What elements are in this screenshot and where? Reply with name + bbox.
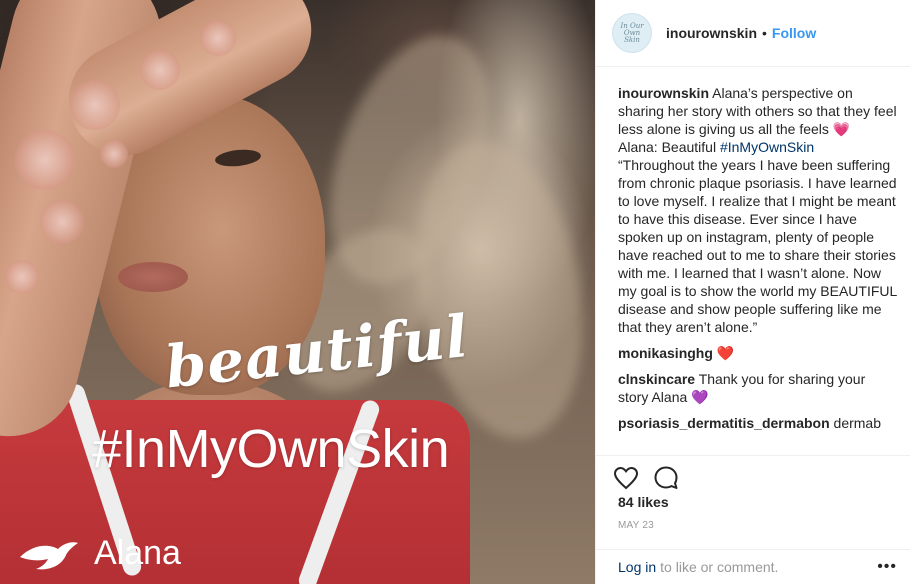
red-heart-icon: ❤️ — [716, 345, 735, 361]
login-suffix: to like or comment. — [660, 559, 779, 575]
comment-username[interactable]: psoriasis_dermatitis_dermabon — [618, 415, 830, 431]
caption: inourownskin Alana’s perspective on shar… — [618, 84, 898, 336]
post-actions: 84 likes MAY 23 Log in to like or commen… — [596, 455, 910, 583]
skin-patch — [40, 200, 84, 244]
comment-username[interactable]: clnskincare — [618, 371, 695, 387]
follow-button[interactable]: Follow — [772, 25, 816, 41]
list-item: monikasinghg ❤️ — [618, 344, 898, 362]
dove-icon — [20, 541, 78, 569]
separator-dot: • — [762, 25, 767, 41]
purple-heart-icon: 💜 — [691, 389, 709, 405]
more-options-icon[interactable]: ••• — [877, 558, 897, 576]
likes-count[interactable]: 84 likes — [618, 494, 669, 510]
caption-label: Alana: Beautiful — [618, 139, 717, 155]
avatar[interactable]: In Our Own Skin — [612, 13, 652, 53]
post-header: In Our Own Skin inourownskin • Follow — [596, 0, 910, 67]
brand-logo: Alana — [18, 534, 181, 573]
post-date[interactable]: MAY 23 — [618, 520, 654, 531]
skin-patch — [140, 50, 180, 90]
login-link[interactable]: Log in — [618, 559, 656, 575]
caption-quote: “Throughout the years I have been suffer… — [618, 157, 897, 335]
speech-bubble-icon[interactable] — [652, 464, 680, 492]
post-side-panel: In Our Own Skin inourownskin • Follow in… — [595, 0, 910, 584]
caption-line: Alana: Beautiful #InMyOwnSkin — [618, 138, 898, 156]
overlay-hashtag-text: #InMyOwnSkin — [92, 419, 450, 479]
action-icons — [596, 456, 910, 492]
skin-patch — [70, 80, 120, 130]
skin-patch — [200, 20, 236, 56]
list-item: clnskincare Thank you for sharing your s… — [618, 370, 898, 406]
skin-patch — [100, 140, 128, 168]
instagram-post: beautiful #InMyOwnSkin Alana In Our Own … — [0, 0, 910, 584]
skin-patch — [5, 260, 39, 294]
comment-text: dermab — [833, 415, 881, 431]
pink-heart-icon: 💗 — [832, 121, 851, 137]
skin-patch — [15, 130, 75, 190]
lips-shape — [118, 262, 188, 292]
comment-username[interactable]: monikasinghg — [618, 345, 713, 361]
login-prompt: Log in to like or comment. ••• — [596, 549, 910, 584]
post-photo: beautiful #InMyOwnSkin Alana — [0, 0, 595, 584]
brand-name-text: Alana — [94, 534, 181, 572]
header-username[interactable]: inourownskin — [666, 25, 757, 41]
caption-hashtag-link[interactable]: #InMyOwnSkin — [720, 139, 814, 155]
heart-outline-icon[interactable] — [612, 464, 640, 492]
list-item: psoriasis_dermatitis_dermabon dermab — [618, 414, 898, 432]
comments-list[interactable]: inourownskin Alana’s perspective on shar… — [618, 84, 898, 448]
caption-username[interactable]: inourownskin — [618, 85, 709, 101]
